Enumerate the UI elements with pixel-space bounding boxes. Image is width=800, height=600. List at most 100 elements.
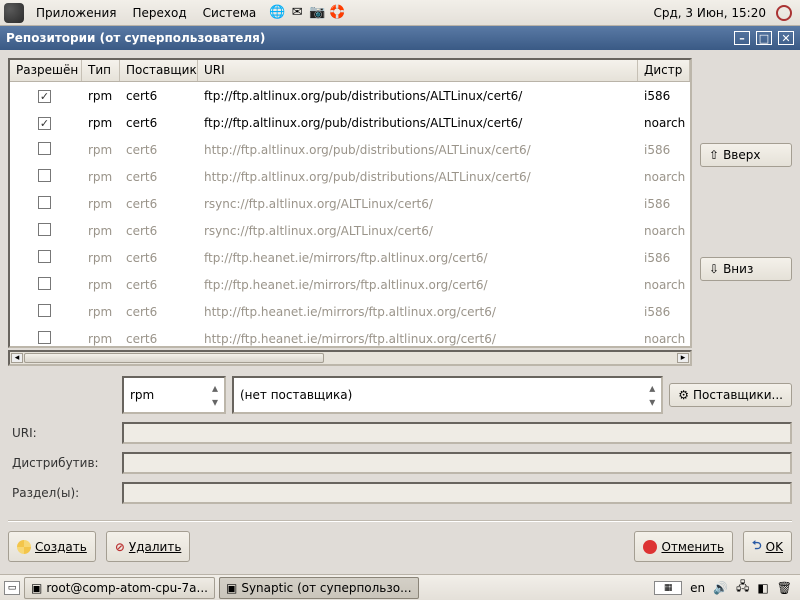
cell-type: rpm xyxy=(82,275,120,295)
close-button[interactable]: ✕ xyxy=(778,31,794,45)
network-icon[interactable]: 🖧 xyxy=(732,577,753,598)
cell-dist: i586 xyxy=(638,86,690,106)
menu-applications[interactable]: Приложения xyxy=(28,3,125,23)
maximize-button[interactable]: □ xyxy=(756,31,772,45)
cell-dist: noarch xyxy=(638,221,690,241)
cancel-button[interactable]: Отменить xyxy=(634,531,733,562)
enabled-checkbox[interactable] xyxy=(38,277,51,290)
enabled-checkbox[interactable] xyxy=(38,142,51,155)
vendors-button[interactable]: ⚙ Поставщики... xyxy=(669,383,792,407)
move-down-button[interactable]: ⇩ Вниз xyxy=(700,257,792,281)
delete-button[interactable]: ⊘Удалить xyxy=(106,531,191,562)
mail-icon[interactable]: ✉ xyxy=(288,4,306,22)
cell-vendor: cert6 xyxy=(120,302,198,322)
camera-icon[interactable]: 📷 xyxy=(308,4,326,22)
spinner-icon: ▴▾ xyxy=(212,381,218,409)
th-vendor[interactable]: Поставщик xyxy=(120,60,198,81)
window-titlebar[interactable]: Репозитории (от суперпользователя) – □ ✕ xyxy=(0,26,800,50)
scroll-left-arrow[interactable]: ◂ xyxy=(11,353,23,363)
cell-type: rpm xyxy=(82,194,120,214)
uri-label: URI: xyxy=(8,426,116,440)
spinner-icon: ▴▾ xyxy=(649,381,655,409)
enabled-checkbox[interactable] xyxy=(38,250,51,263)
workspace-switcher[interactable]: ▦ xyxy=(654,581,682,595)
menu-system[interactable]: Система xyxy=(195,3,265,23)
uri-input[interactable] xyxy=(122,422,792,444)
th-dist[interactable]: Дистр xyxy=(638,60,690,81)
dist-input[interactable] xyxy=(122,452,792,474)
vendor-combo[interactable]: (нет поставщика) ▴▾ xyxy=(232,376,663,414)
cell-type: rpm xyxy=(82,140,120,160)
minimize-button[interactable]: – xyxy=(734,31,750,45)
browser-icon[interactable]: 🌐 xyxy=(268,4,286,22)
cell-type: rpm xyxy=(82,302,120,322)
cell-dist: noarch xyxy=(638,275,690,295)
enabled-checkbox[interactable] xyxy=(38,331,51,344)
down-arrow-icon: ⇩ xyxy=(709,262,719,276)
cell-uri: rsync://ftp.altlinux.org/ALTLinux/cert6/ xyxy=(198,221,638,241)
enabled-checkbox[interactable]: ✓ xyxy=(38,90,51,103)
table-row[interactable]: ✓rpmcert6ftp://ftp.altlinux.org/pub/dist… xyxy=(10,82,690,109)
clock[interactable]: Срд, 3 Июн, 15:20 xyxy=(647,6,772,20)
table-row[interactable]: rpmcert6http://ftp.heanet.ie/mirrors/ftp… xyxy=(10,325,690,346)
new-button[interactable]: Создать xyxy=(8,531,96,562)
move-down-label: Вниз xyxy=(723,262,753,276)
th-type[interactable]: Тип xyxy=(82,60,120,81)
ok-button[interactable]: ⮌OK xyxy=(743,531,792,562)
taskbar-task[interactable]: ▣root@comp-atom-cpu-7a... xyxy=(24,577,215,599)
cell-vendor: cert6 xyxy=(120,167,198,187)
sections-input[interactable] xyxy=(122,482,792,504)
cell-uri: ftp://ftp.heanet.ie/mirrors/ftp.altlinux… xyxy=(198,248,638,268)
enabled-checkbox[interactable] xyxy=(38,223,51,236)
scroll-right-arrow[interactable]: ▸ xyxy=(677,353,689,363)
cell-uri: ftp://ftp.heanet.ie/mirrors/ftp.altlinux… xyxy=(198,275,638,295)
th-uri[interactable]: URI xyxy=(198,60,638,81)
volume-icon[interactable]: 🔊 xyxy=(713,581,728,595)
table-row[interactable]: ✓rpmcert6ftp://ftp.altlinux.org/pub/dist… xyxy=(10,109,690,136)
new-icon xyxy=(17,540,31,554)
delete-label: Удалить xyxy=(129,540,182,554)
table-row[interactable]: rpmcert6http://ftp.altlinux.org/pub/dist… xyxy=(10,136,690,163)
cell-dist: noarch xyxy=(638,329,690,347)
move-up-button[interactable]: ⇧Вверх xyxy=(700,143,792,167)
trash-icon[interactable]: 🗑 xyxy=(773,581,796,595)
keyboard-indicator[interactable]: en xyxy=(686,581,709,595)
cell-uri: rsync://ftp.altlinux.org/ALTLinux/cert6/ xyxy=(198,194,638,214)
separator xyxy=(8,520,792,521)
tray-extra-icon[interactable]: ◧ xyxy=(757,581,768,595)
repositories-table: Разрешён Тип Поставщик URI Дистр ✓rpmcer… xyxy=(8,58,692,348)
table-row[interactable]: rpmcert6http://ftp.heanet.ie/mirrors/ftp… xyxy=(10,298,690,325)
cell-vendor: cert6 xyxy=(120,140,198,160)
table-row[interactable]: rpmcert6rsync://ftp.altlinux.org/ALTLinu… xyxy=(10,190,690,217)
enabled-checkbox[interactable] xyxy=(38,304,51,317)
cell-type: rpm xyxy=(82,86,120,106)
menu-places[interactable]: Переход xyxy=(125,3,195,23)
cell-vendor: cert6 xyxy=(120,194,198,214)
shutdown-icon[interactable] xyxy=(776,5,792,21)
cell-uri: http://ftp.heanet.ie/mirrors/ftp.altlinu… xyxy=(198,302,638,322)
cell-uri: http://ftp.altlinux.org/pub/distribution… xyxy=(198,140,638,160)
taskbar-task[interactable]: ▣Synaptic (от суперпользо... xyxy=(219,577,419,599)
cell-vendor: cert6 xyxy=(120,275,198,295)
table-row[interactable]: rpmcert6rsync://ftp.altlinux.org/ALTLinu… xyxy=(10,217,690,244)
horizontal-scrollbar[interactable]: ◂ ▸ xyxy=(8,350,692,366)
dist-label: Дистрибутив: xyxy=(8,456,116,470)
enabled-checkbox[interactable] xyxy=(38,196,51,209)
gnome-foot-icon[interactable] xyxy=(4,3,24,23)
table-row[interactable]: rpmcert6http://ftp.altlinux.org/pub/dist… xyxy=(10,163,690,190)
dialog-button-bar: Создать ⊘Удалить Отменить ⮌OK xyxy=(8,529,792,564)
type-combo[interactable]: rpm ▴▾ xyxy=(122,376,226,414)
table-row[interactable]: rpmcert6ftp://ftp.heanet.ie/mirrors/ftp.… xyxy=(10,271,690,298)
cell-uri: ftp://ftp.altlinux.org/pub/distributions… xyxy=(198,113,638,133)
th-enabled[interactable]: Разрешён xyxy=(10,60,82,81)
move-up-label: Вверх xyxy=(723,148,760,162)
show-desktop-icon[interactable]: ▭ xyxy=(4,581,20,595)
enabled-checkbox[interactable] xyxy=(38,169,51,182)
window-list: ▣root@comp-atom-cpu-7a...▣Synaptic (от с… xyxy=(24,577,419,599)
scroll-thumb[interactable] xyxy=(24,353,324,363)
help-icon[interactable]: 🛟 xyxy=(328,4,346,22)
enabled-checkbox[interactable]: ✓ xyxy=(38,117,51,130)
cell-vendor: cert6 xyxy=(120,86,198,106)
table-row[interactable]: rpmcert6ftp://ftp.heanet.ie/mirrors/ftp.… xyxy=(10,244,690,271)
cell-type: rpm xyxy=(82,113,120,133)
